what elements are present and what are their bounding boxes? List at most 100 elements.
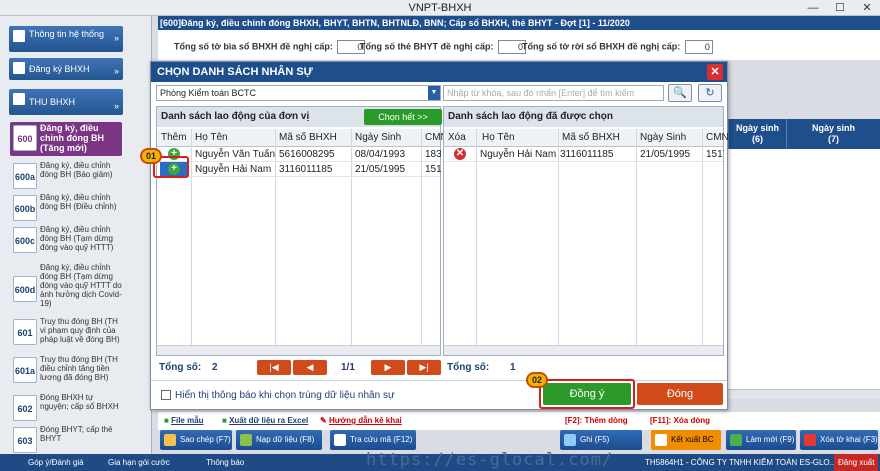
sidebar: Thông tin hệ thống » Đăng ký BHXH » THU … (0, 16, 152, 454)
sidebar-group-label: Thông tin hệ thống (29, 29, 105, 39)
summary-fields: Tổng số tờ bìa sổ BHXH đề nghị cấp: 0 Tổ… (158, 30, 880, 60)
field-card-count: Tổng số thẻ BHYT đề nghị cấp: 0 (360, 40, 527, 54)
table-row[interactable]: ✕ Nguyễn Hải Nam 3116011185 21/05/1995 1… (444, 147, 724, 162)
info-icon (13, 30, 25, 42)
chevron-down-icon: » (113, 101, 119, 111)
close-window-icon[interactable]: ✕ (854, 0, 880, 16)
sidebar-item-602[interactable]: 602 Đóng BHXH tự nguyện; cấp sổ BHXH (10, 392, 122, 426)
grid-header-dob-6: Ngày sinh (6) (728, 119, 786, 149)
selected-staff-panel: Danh sách lao động đã được chọn Xóa Họ T… (443, 106, 729, 356)
staff-bhxh-code: 3116011185 (560, 149, 614, 160)
form-code: 602 (13, 395, 37, 421)
minimize-icon[interactable]: — (800, 0, 826, 16)
guide-link[interactable]: ✎ Hướng dẫn kê khai (320, 412, 402, 430)
sidebar-item-label: Đóng BHYT; cấp thẻ BHYT (40, 425, 113, 443)
sidebar-item-600c[interactable]: 600c Đăng ký, điều chỉnh đóng BH (Tạm dừ… (10, 224, 122, 264)
export-excel-link[interactable]: ■ Xuất dữ liệu ra Excel (222, 412, 308, 430)
sidebar-item-600a[interactable]: 600a Đăng ký, điều chỉnh đóng BH (Báo gi… (10, 160, 122, 194)
col-dob: Ngày Sinh (640, 132, 687, 143)
money-icon (13, 93, 25, 105)
grid-header-dob-7: Ngày sinh (7) (786, 119, 880, 149)
export-report-button[interactable]: Kết xuất BC (651, 430, 721, 450)
file-template-link[interactable]: ■ File mẫu (164, 412, 204, 430)
unit-staff-title: Danh sách lao động của đơn vị Chọn hết >… (157, 107, 442, 127)
department-select[interactable]: Phòng Kiểm toán BCTC ▼ (156, 85, 441, 101)
unit-staff-panel: Danh sách lao động của đơn vị Chọn hết >… (156, 106, 448, 356)
form-code: 601a (13, 357, 37, 383)
save-button[interactable]: Ghi (F5) (560, 430, 642, 450)
field-label: Tổng số tờ rời sổ BHXH đề nghị cấp: (522, 41, 681, 52)
form-code: 600a (13, 163, 37, 189)
field-label: Tổng số thẻ BHYT đề nghị cấp: (360, 41, 494, 52)
feedback-link[interactable]: Góp ý/Đánh giá (28, 454, 84, 471)
sidebar-item-601[interactable]: 601 Truy thu đóng BH (TH vi phạm quy địn… (10, 316, 122, 352)
staff-dob: 21/05/1995 (355, 164, 406, 175)
ok-button[interactable]: Đồng ý (543, 383, 631, 405)
copy-button[interactable]: Sao chép (F7) (160, 430, 232, 450)
maximize-icon[interactable]: ☐ (827, 0, 853, 16)
logout-button[interactable]: Đăng xuất (834, 454, 879, 471)
search-button[interactable]: 🔍 (668, 84, 692, 102)
horizontal-scrollbar[interactable] (728, 389, 880, 399)
main-grid-body (728, 149, 880, 389)
selected-staff-header: Xóa Họ Tên Mã số BHXH Ngày Sinh CMN (444, 129, 729, 147)
hotkey-add-row: [F2]: Thêm dòng (565, 416, 628, 425)
refresh-icon (730, 434, 742, 446)
dialog-close-icon[interactable]: ✕ (707, 64, 723, 80)
table-row[interactable]: + Nguyễn Hải Nam 3116011185 21/05/1995 1… (157, 162, 441, 177)
window-title: VNPT-BHXH (408, 2, 472, 14)
staff-dob: 21/05/1995 (640, 149, 691, 160)
next-page-button[interactable]: ▶ (371, 360, 405, 375)
website-url: https://es-glocal.com/ (366, 450, 614, 470)
window-titlebar: VNPT-BHXH — ☐ ✕ (0, 0, 880, 16)
search-input[interactable]: Nhập từ khóa, sau đó nhấn [Enter] để tìm… (443, 85, 664, 101)
table-row[interactable]: + Nguyễn Văn Tuấn 5616008295 08/04/1993 … (157, 147, 441, 162)
chevron-down-icon: » (113, 33, 119, 43)
field-cover-count: Tổng số tờ bìa sổ BHXH đề nghị cấp: 0 (174, 40, 366, 54)
lookup-button[interactable]: Tra cứu mã (F12) (330, 430, 416, 450)
left-total: Tổng số: 2 (159, 362, 218, 373)
prev-page-button[interactable]: ◀ (293, 360, 327, 375)
form-code: 601 (13, 319, 37, 345)
last-page-button[interactable]: ▶| (407, 360, 441, 375)
duplicate-warning-checkbox[interactable]: Hiển thị thông báo khi chọn trùng dữ liệ… (161, 389, 395, 403)
staff-name: Nguyễn Hải Nam (480, 149, 557, 160)
sidebar-item-label: Đăng ký, điều chỉnh đóng BH (Điều chỉnh) (40, 193, 117, 211)
delete-declaration-button[interactable]: Xóa tờ khai (F3) (800, 430, 878, 450)
import-button[interactable]: Nạp dữ liệu (F8) (236, 430, 322, 450)
remove-icon[interactable]: ✕ (454, 148, 466, 160)
right-horizontal-scrollbar[interactable] (444, 345, 723, 355)
notifications-link[interactable]: Thông báo (206, 454, 244, 471)
grid-header-num: (7) (828, 134, 839, 144)
select-all-button[interactable]: Chọn hết >> (364, 109, 442, 125)
sidebar-group-system-info[interactable]: Thông tin hệ thống » (9, 26, 123, 52)
chevron-down-icon: » (113, 66, 119, 76)
sidebar-item-label: Đóng BHXH tự nguyện; cấp sổ BHXH (40, 393, 119, 411)
selected-staff-title: Danh sách lao động đã được chọn (444, 107, 723, 127)
cancel-button[interactable]: Đóng (637, 383, 723, 405)
delete-icon (804, 434, 816, 446)
sidebar-item-600b[interactable]: 600b Đăng ký, điều chỉnh đóng BH (Điều c… (10, 192, 122, 226)
refresh-button[interactable]: Làm mới (F9) (726, 430, 796, 450)
sidebar-group-register-bhxh[interactable]: Đăng ký BHXH » (9, 58, 123, 80)
chevron-down-icon[interactable]: ▼ (428, 86, 440, 100)
reload-button[interactable]: ↻ (698, 84, 722, 102)
left-horizontal-scrollbar[interactable] (157, 345, 440, 355)
sidebar-item-600d[interactable]: 600d Đăng ký, điều chỉnh đóng BH (Tạm dừ… (10, 262, 122, 322)
sidebar-item-label: Truy thu đóng BH (TH điều chỉnh tăng tiề… (40, 355, 118, 382)
sidebar-group-label: Đăng ký BHXH (29, 64, 90, 74)
form-code: 603 (13, 427, 37, 453)
sidebar-item-601a[interactable]: 601a Truy thu đóng BH (TH điều chỉnh tăn… (10, 354, 122, 390)
checkbox-icon[interactable] (161, 390, 171, 401)
export-icon (655, 434, 667, 446)
sidebar-item-600[interactable]: 600 Đăng ký, điều chỉnh đóng BH (Tăng mớ… (10, 122, 122, 156)
page-indicator: 1/1 (341, 362, 355, 373)
staff-name: Nguyễn Hải Nam (195, 164, 272, 175)
first-page-button[interactable]: |◀ (257, 360, 291, 375)
sidebar-item-603[interactable]: 603 Đóng BHYT; cấp thẻ BHYT (10, 424, 122, 454)
loose-sheet-count-input[interactable]: 0 (684, 40, 713, 54)
sidebar-group-thu-bhxh[interactable]: THU BHXH » (9, 89, 123, 115)
renew-link[interactable]: Gia hạn gói cước (108, 454, 170, 471)
sidebar-item-label: Đăng ký, điều chỉnh đóng BH (Tăng mới) (40, 123, 104, 153)
company-name: TH5864H1 - CÔNG TY TNHH KIỂM TOÁN ES-GLO… (645, 458, 837, 467)
